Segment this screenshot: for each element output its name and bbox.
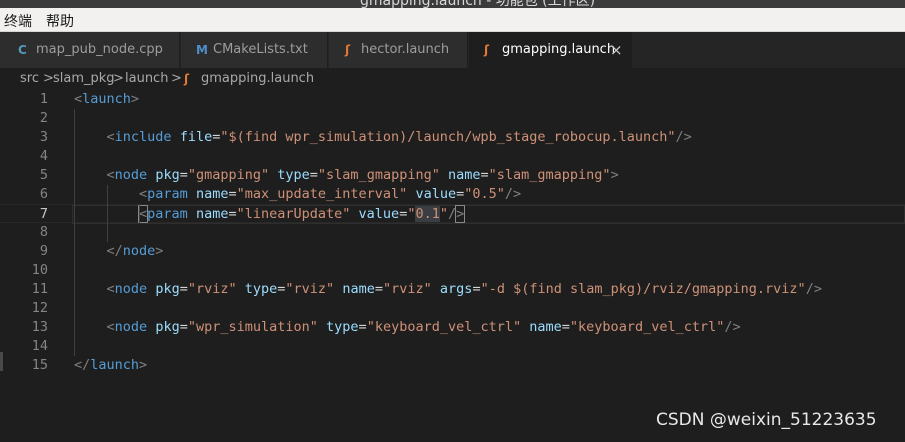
cmake-file-icon: M xyxy=(196,43,208,57)
breadcrumb-item-slam-pkg[interactable]: slam_pkg xyxy=(53,71,115,86)
line-number: 8 xyxy=(39,224,48,240)
indent-guide xyxy=(139,204,141,223)
breadcrumb: src > slam_pkg > launch > ʃ gmapping.lau… xyxy=(0,68,905,90)
code-line[interactable]: 11 <node pkg="rviz" type="rviz" name="rv… xyxy=(0,280,905,299)
line-number: 10 xyxy=(31,262,48,278)
code-line[interactable]: 2 xyxy=(0,109,905,128)
window-titlebar: gmapping.launch - 功能包 (工作区) xyxy=(0,0,905,8)
menu-help[interactable]: 帮助 xyxy=(46,11,74,31)
rss-launch-icon: ʃ xyxy=(484,43,489,57)
tab-gmapping-launch[interactable]: ʃ gmapping.launch × xyxy=(469,32,632,68)
line-number: 11 xyxy=(31,281,48,297)
line-number: 1 xyxy=(39,91,48,107)
code-text: <include file="$(find wpr_simulation)/la… xyxy=(106,129,692,145)
menu-bar: 终端 帮助 xyxy=(0,8,905,32)
tab-label: map_pub_node.cpp xyxy=(36,42,163,57)
rss-launch-icon: ʃ xyxy=(345,43,350,57)
code-text: <launch> xyxy=(74,91,140,107)
indent-guide xyxy=(74,109,75,356)
code-text: <node pkg="rviz" type="rviz" name="rviz"… xyxy=(106,281,822,297)
line-number: 14 xyxy=(31,338,48,354)
cpp-file-icon: C xyxy=(18,43,27,57)
breadcrumb-separator: > xyxy=(171,71,182,86)
line-number: 2 xyxy=(39,110,48,126)
watermark: CSDN @weixin_51223635 xyxy=(656,410,877,430)
line-number: 9 xyxy=(39,243,48,259)
code-line[interactable]: 9 </node> xyxy=(0,242,905,261)
breadcrumb-separator: > xyxy=(113,71,124,86)
code-line[interactable]: 13 <node pkg="wpr_simulation" type="keyb… xyxy=(0,318,905,337)
tab-label: hector.launch xyxy=(361,42,450,57)
code-line[interactable]: 6 <param name="max_update_interval" valu… xyxy=(0,185,905,204)
rss-launch-icon: ʃ xyxy=(184,72,189,86)
code-editor[interactable]: 1 <launch> 2 3 <include file="$(find wpr_si… xyxy=(0,90,905,442)
code-text: <node pkg="wpr_simulation" type="keyboar… xyxy=(106,319,741,335)
code-line[interactable]: 10 xyxy=(0,261,905,280)
code-text: </launch> xyxy=(74,357,148,373)
line-number: 13 xyxy=(31,319,48,335)
code-text: <node pkg="gmapping" type="slam_gmapping… xyxy=(106,167,619,183)
breadcrumb-item-gmapping-launch[interactable]: gmapping.launch xyxy=(201,71,314,86)
line-number: 5 xyxy=(39,167,48,183)
indent-guide xyxy=(106,185,108,242)
line-number: 6 xyxy=(39,186,48,202)
tab-label: CMakeLists.txt xyxy=(213,42,308,57)
code-line[interactable]: 14 xyxy=(0,337,905,356)
code-line[interactable]: 3 <include file="$(find wpr_simulation)/… xyxy=(0,128,905,147)
code-line[interactable]: 4 xyxy=(0,147,905,166)
tab-label: gmapping.launch xyxy=(502,42,616,57)
editor-tab-bar: C map_pub_node.cpp M CMakeLists.txt ʃ he… xyxy=(0,32,905,68)
breadcrumb-item-src[interactable]: src xyxy=(20,71,39,86)
code-line[interactable]: 15 </launch> xyxy=(0,356,905,375)
line-number: 7 xyxy=(39,206,48,222)
code-text: </node> xyxy=(106,243,164,259)
line-number: 3 xyxy=(39,129,48,145)
line-number: 15 xyxy=(31,357,48,373)
close-icon[interactable]: × xyxy=(610,32,623,68)
tab-cmakelists[interactable]: M CMakeLists.txt xyxy=(181,32,328,68)
line-number: 4 xyxy=(39,148,48,164)
menu-terminal[interactable]: 终端 xyxy=(4,11,32,31)
tab-map-pub-node-cpp[interactable]: C map_pub_node.cpp xyxy=(0,32,180,68)
tab-hector-launch[interactable]: ʃ hector.launch xyxy=(329,32,468,68)
window-title: gmapping.launch - 功能包 (工作区) xyxy=(360,0,596,8)
breadcrumb-item-launch[interactable]: launch xyxy=(125,71,168,86)
code-line[interactable]: 1 <launch> xyxy=(0,90,905,109)
code-line[interactable]: 12 xyxy=(0,299,905,318)
code-text: <param name="linearUpdate" value="0.1"/> xyxy=(138,205,466,223)
line-number: 12 xyxy=(31,300,48,316)
code-line[interactable]: 7 <param name="linearUpdate" value="0.1"… xyxy=(0,204,905,224)
code-line[interactable]: 8 xyxy=(0,223,905,242)
code-text: <param name="max_update_interval" value=… xyxy=(139,186,522,202)
code-line[interactable]: 5 <node pkg="gmapping" type="slam_gmappi… xyxy=(0,166,905,185)
